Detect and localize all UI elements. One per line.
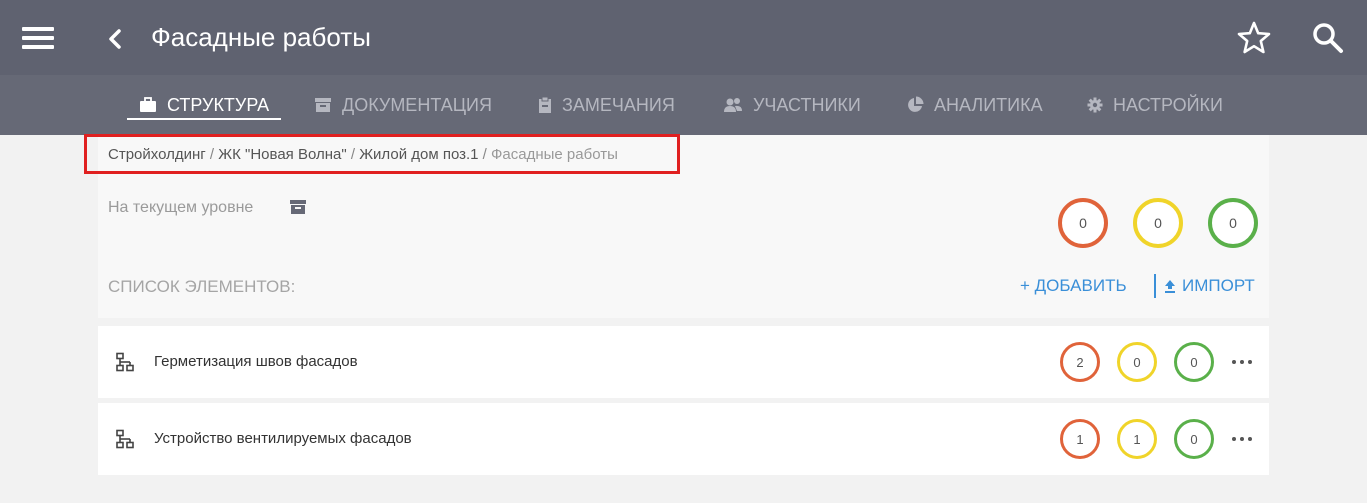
remarks-count-yellow: 0 — [1117, 342, 1157, 382]
remarks-count-green: 0 — [1208, 198, 1258, 248]
remarks-count-yellow: 1 — [1117, 419, 1157, 459]
tab-label: ЗАМЕЧАНИЯ — [562, 94, 675, 115]
tab-label: ДОКУМЕНТАЦИЯ — [342, 94, 492, 115]
archive-icon — [314, 97, 332, 113]
list-item[interactable]: Устройство вентилируемых фасадов 1 1 0 — [98, 403, 1269, 475]
tab-bar: СТРУКТУРА ДОКУМЕНТАЦИЯ ЗАМЕЧАНИЯ УЧАСТНИ… — [0, 75, 1367, 135]
remarks-count-red: 0 — [1058, 198, 1108, 248]
list-item-name: Герметизация швов фасадов — [154, 353, 358, 370]
remarks-count-green: 0 — [1174, 419, 1214, 459]
tab-label: УЧАСТНИКИ — [753, 94, 861, 115]
tab-structure[interactable]: СТРУКТУРА — [126, 75, 282, 135]
more-options-icon[interactable] — [1230, 431, 1254, 447]
more-options-icon[interactable] — [1230, 354, 1254, 370]
users-icon — [723, 97, 743, 113]
back-icon[interactable] — [104, 25, 128, 53]
hierarchy-icon — [116, 429, 134, 449]
menu-icon[interactable] — [22, 27, 54, 49]
hierarchy-icon — [116, 352, 134, 372]
elements-list-label: СПИСОК ЭЛЕМЕНТОВ: — [108, 277, 296, 296]
add-button[interactable]: + ДОБАВИТЬ — [1020, 276, 1127, 296]
tab-analytics[interactable]: АНАЛИТИКА — [906, 75, 1043, 135]
import-label: ИМПОРТ — [1182, 276, 1255, 295]
import-button[interactable]: ИМПОРТ — [1164, 276, 1255, 296]
tab-label: НАСТРОЙКИ — [1113, 94, 1223, 115]
app-header: Фасадные работы — [0, 0, 1367, 75]
page-title: Фасадные работы — [151, 22, 371, 52]
tab-participants[interactable]: УЧАСТНИКИ — [723, 75, 861, 135]
archive-icon — [290, 200, 306, 214]
search-icon[interactable] — [1310, 20, 1346, 56]
upload-icon — [1165, 280, 1175, 293]
action-divider — [1154, 274, 1156, 298]
tab-remarks[interactable]: ЗАМЕЧАНИЯ — [538, 75, 675, 135]
pie-chart-icon — [906, 96, 924, 114]
breadcrumb-highlight-box — [84, 134, 680, 174]
tab-settings[interactable]: НАСТРОЙКИ — [1087, 75, 1223, 135]
remarks-count-red: 1 — [1060, 419, 1100, 459]
current-level-label: На текущем уровне — [108, 199, 254, 216]
list-item[interactable]: Герметизация швов фасадов 2 0 0 — [98, 326, 1269, 398]
star-icon[interactable] — [1236, 20, 1272, 56]
remarks-count-yellow: 0 — [1133, 198, 1183, 248]
gear-icon — [1087, 97, 1103, 113]
tab-documentation[interactable]: ДОКУМЕНТАЦИЯ — [314, 75, 492, 135]
briefcase-icon — [139, 97, 157, 113]
tab-label: СТРУКТУРА — [167, 94, 270, 115]
remarks-count-green: 0 — [1174, 342, 1214, 382]
tab-label: АНАЛИТИКА — [934, 94, 1043, 115]
remarks-count-red: 2 — [1060, 342, 1100, 382]
clipboard-icon — [538, 96, 552, 114]
list-item-name: Устройство вентилируемых фасадов — [154, 430, 412, 447]
